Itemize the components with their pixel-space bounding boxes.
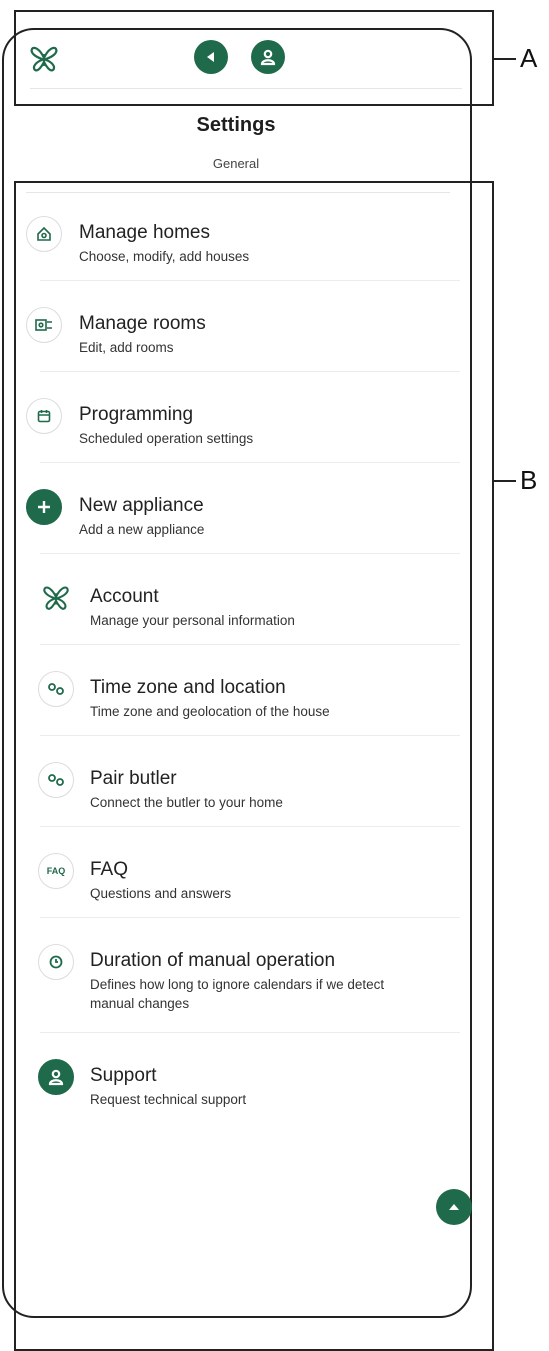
- faq-icon: FAQ: [38, 853, 74, 889]
- page-subtitle: General: [212, 156, 260, 171]
- scroll-to-top-button[interactable]: [436, 1189, 472, 1225]
- user-icon[interactable]: [251, 40, 285, 74]
- divider: [40, 644, 460, 645]
- house-icon: [26, 216, 62, 252]
- location-icon: [38, 671, 74, 707]
- item-description: Time zone and geolocation of the house: [90, 704, 330, 719]
- item-title: Programming: [79, 404, 194, 425]
- item-description: Scheduled operation settings: [79, 431, 254, 446]
- page-title: Settings: [196, 114, 276, 136]
- item-description: Manage your personal information: [90, 613, 295, 628]
- header-divider: [30, 88, 462, 89]
- settings-item-support[interactable]: Support Request technical support: [24, 1057, 454, 1117]
- room-icon: [26, 307, 62, 343]
- divider: [40, 280, 460, 281]
- settings-item-account[interactable]: Account Manage your personal information: [24, 578, 454, 638]
- item-description: Questions and answers: [90, 886, 232, 901]
- callout-a-line: [494, 58, 516, 60]
- item-description: Defines how long to ignore calendars if …: [90, 977, 385, 1011]
- plus-icon: [26, 489, 62, 525]
- divider: [40, 553, 460, 554]
- settings-item-manage-homes[interactable]: Manage homes Choose, modify, add houses: [24, 214, 454, 274]
- chevron-up-icon: [449, 1204, 459, 1210]
- settings-item-pair-butler[interactable]: Pair butler Connect the butler to your h…: [24, 760, 454, 820]
- settings-item-manage-rooms[interactable]: Manage rooms Edit, add rooms: [24, 305, 454, 365]
- divider: [40, 462, 460, 463]
- item-description: Request technical support: [90, 1092, 247, 1107]
- settings-item-time-zone[interactable]: Time zone and location Time zone and geo…: [24, 669, 454, 729]
- clock-icon: [38, 944, 74, 980]
- settings-item-manual-duration[interactable]: Duration of manual operation Defines how…: [24, 942, 454, 1022]
- content-divider: [26, 192, 450, 193]
- callout-a-label: A: [520, 43, 538, 73]
- item-title: Duration of manual operation: [90, 950, 336, 971]
- butterfly-icon: [36, 578, 76, 618]
- item-title: Support: [90, 1065, 157, 1086]
- link-icon: [38, 762, 74, 798]
- item-description: Add a new appliance: [79, 522, 205, 537]
- callout-b-line: [494, 480, 516, 482]
- item-title: Manage rooms: [79, 313, 206, 334]
- settings-item-faq[interactable]: FAQ FAQ Questions and answers: [24, 851, 454, 911]
- item-title: Manage homes: [79, 222, 210, 243]
- settings-item-new-appliance[interactable]: New appliance Add a new appliance: [24, 487, 454, 547]
- divider: [40, 826, 460, 827]
- callout-b-label: B: [520, 465, 538, 495]
- back-icon[interactable]: [194, 40, 228, 74]
- item-description: Choose, modify, add houses: [79, 249, 250, 264]
- item-title: Pair butler: [90, 768, 177, 789]
- butterfly-logo-icon[interactable]: [26, 41, 62, 77]
- divider: [40, 735, 460, 736]
- item-title: FAQ: [90, 859, 129, 880]
- divider: [40, 1032, 460, 1033]
- calendar-icon: [26, 398, 62, 434]
- item-title: Time zone and location: [90, 677, 286, 698]
- settings-item-programming[interactable]: Programming Scheduled operation settings: [24, 396, 454, 456]
- item-title: Account: [90, 586, 159, 607]
- item-description: Connect the butler to your home: [90, 795, 283, 810]
- item-title: New appliance: [79, 495, 204, 516]
- support-icon: [38, 1059, 74, 1095]
- divider: [40, 371, 460, 372]
- item-description: Edit, add rooms: [79, 340, 174, 355]
- divider: [40, 917, 460, 918]
